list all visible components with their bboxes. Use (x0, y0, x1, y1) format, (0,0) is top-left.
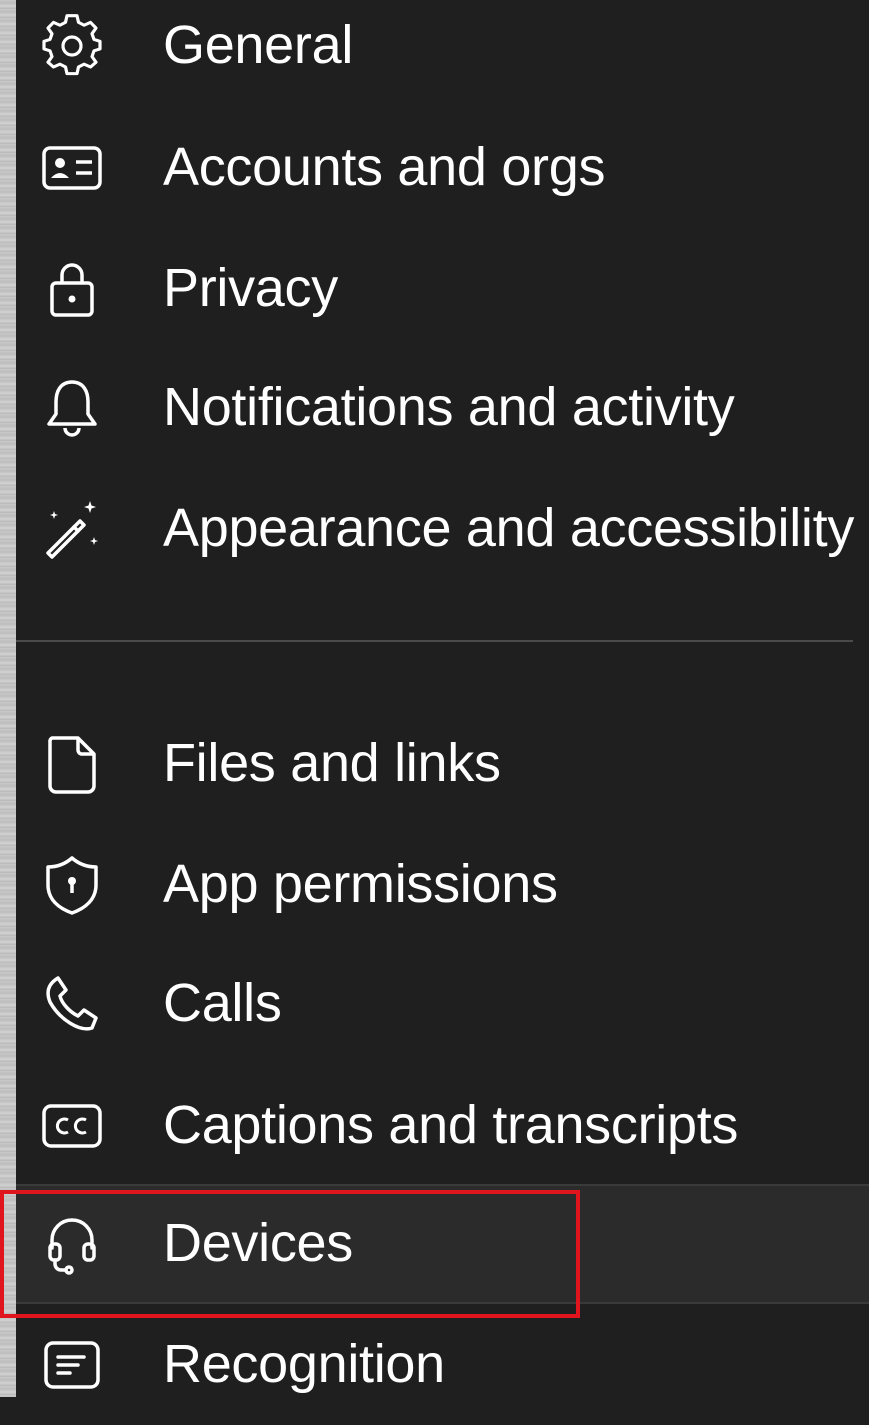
nav-item-files-and-links[interactable]: Files and links (16, 704, 869, 824)
magic-wand-icon (40, 497, 104, 561)
shield-icon (40, 853, 104, 917)
nav-item-label: Accounts and orgs (163, 136, 606, 197)
nav-item-label: Appearance and accessibility (163, 497, 855, 558)
headset-icon (40, 1212, 104, 1276)
closed-captions-icon (40, 1094, 104, 1158)
bell-icon (40, 376, 104, 440)
nav-item-label: Recognition (163, 1333, 445, 1394)
nav-item-label: Files and links (163, 732, 501, 793)
nav-item-label: General (163, 14, 354, 75)
phone-icon (40, 972, 104, 1036)
nav-item-devices[interactable]: Devices (16, 1184, 869, 1304)
nav-item-accounts-and-orgs[interactable]: Accounts and orgs (16, 108, 869, 228)
nav-item-label: Notifications and activity (163, 376, 735, 437)
nav-item-label: App permissions (163, 853, 558, 914)
recognition-icon (40, 1333, 104, 1397)
nav-item-general[interactable]: General (16, 0, 869, 106)
nav-item-calls[interactable]: Calls (16, 944, 869, 1064)
nav-item-label: Captions and transcripts (163, 1094, 739, 1155)
nav-item-captions-and-transcripts[interactable]: Captions and transcripts (16, 1066, 869, 1186)
section-divider (16, 640, 853, 642)
id-card-icon (40, 136, 104, 200)
settings-nav-panel: General Accounts and orgs Privacy Notifi… (16, 0, 869, 1397)
nav-item-recognition[interactable]: Recognition (16, 1305, 869, 1425)
nav-item-appearance-and-accessibility[interactable]: Appearance and accessibility (16, 469, 869, 589)
nav-item-label: Devices (163, 1212, 353, 1273)
lock-icon (40, 257, 104, 321)
background-strip (0, 0, 16, 1397)
nav-item-notifications-and-activity[interactable]: Notifications and activity (16, 348, 869, 468)
nav-item-app-permissions[interactable]: App permissions (16, 825, 869, 945)
nav-item-label: Privacy (163, 257, 338, 318)
nav-item-privacy[interactable]: Privacy (16, 229, 869, 349)
nav-item-label: Calls (163, 972, 282, 1033)
file-icon (40, 732, 104, 796)
gear-icon (40, 14, 104, 78)
